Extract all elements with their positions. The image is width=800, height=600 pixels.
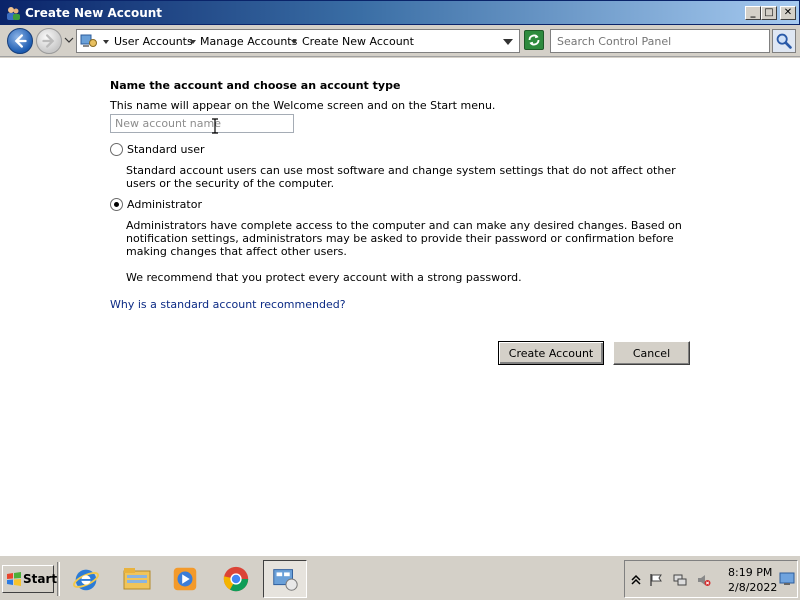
taskbar-app-internet-explorer[interactable] [64, 560, 108, 598]
create-account-button[interactable]: Create Account [498, 341, 604, 365]
action-center-flag-icon[interactable] [649, 573, 663, 587]
search-field[interactable] [550, 29, 770, 53]
taskbar-app-chrome[interactable] [214, 560, 258, 598]
back-button[interactable] [7, 28, 33, 54]
media-player-icon [173, 567, 197, 591]
maximize-button[interactable]: □ [761, 6, 777, 20]
password-recommendation: We recommend that you protect every acco… [126, 271, 522, 284]
chevron-down-icon[interactable] [190, 39, 196, 45]
windows-flag-icon [7, 572, 21, 586]
minimize-button[interactable]: _ [745, 6, 761, 20]
refresh-icon [528, 34, 540, 46]
standard-account-help-link[interactable]: Why is a standard account recommended? [110, 298, 346, 311]
start-label: Start [23, 572, 58, 586]
system-tray: 8:19 PM 2/8/2022 [624, 560, 798, 598]
refresh-button[interactable] [524, 30, 544, 50]
administrator-label[interactable]: Administrator [127, 198, 202, 211]
title-bar: Create New Account _ □ ✕ [0, 0, 800, 25]
clock-time[interactable]: 8:19 PM [728, 566, 772, 579]
forward-button[interactable] [36, 28, 62, 54]
text-cursor-icon [212, 118, 218, 134]
main-content: Name the account and choose an account t… [0, 58, 800, 555]
standard-user-label[interactable]: Standard user [127, 143, 205, 156]
breadcrumb-create-new-account[interactable]: Create New Account [302, 35, 414, 48]
search-button[interactable] [772, 29, 796, 53]
administrator-description: Administrators have complete access to t… [126, 219, 682, 258]
chrome-icon [223, 566, 249, 592]
clock-date[interactable]: 2/8/2022 [728, 581, 777, 594]
show-hidden-icons-icon[interactable] [629, 573, 643, 587]
navigation-bar: User Accounts Manage Accounts Create New… [0, 25, 800, 57]
show-desktop-icon[interactable] [779, 572, 795, 586]
breadcrumb-manage-accounts[interactable]: Manage Accounts [200, 35, 297, 48]
search-input[interactable] [557, 31, 767, 51]
control-panel-icon [273, 569, 298, 591]
recent-pages-dropdown[interactable] [64, 35, 74, 45]
form-subtext: This name will appear on the Welcome scr… [110, 99, 496, 112]
administrator-radio[interactable] [110, 198, 123, 211]
user-accounts-icon [7, 7, 20, 20]
account-name-input[interactable] [110, 114, 294, 133]
taskbar-app-control-panel[interactable] [263, 560, 307, 598]
chevron-down-icon[interactable] [291, 39, 297, 45]
taskbar-separator [57, 562, 60, 596]
address-dropdown-icon[interactable] [502, 38, 514, 46]
network-icon[interactable] [673, 573, 687, 587]
standard-user-radio[interactable] [110, 143, 123, 156]
start-button[interactable]: Start [2, 565, 58, 593]
form-heading: Name the account and choose an account t… [110, 79, 401, 92]
breadcrumb-user-accounts[interactable]: User Accounts [114, 35, 193, 48]
chevron-down-icon[interactable] [103, 39, 109, 45]
taskbar: Start 8:19 PM 2/8/2022 [0, 555, 800, 600]
taskbar-app-media-player[interactable] [163, 560, 207, 598]
search-icon [776, 33, 792, 49]
file-explorer-icon [123, 568, 151, 590]
back-icon [14, 34, 27, 48]
taskbar-app-file-explorer[interactable] [115, 560, 159, 598]
standard-user-description: Standard account users can use most soft… [126, 164, 676, 190]
window-title: Create New Account [25, 6, 163, 20]
internet-explorer-icon [73, 569, 99, 591]
address-bar[interactable]: User Accounts Manage Accounts Create New… [76, 29, 520, 53]
close-button[interactable]: ✕ [780, 6, 796, 20]
forward-icon [42, 34, 55, 48]
cancel-button[interactable]: Cancel [613, 341, 690, 365]
volume-muted-icon[interactable] [697, 573, 711, 587]
control-panel-icon [80, 34, 97, 47]
